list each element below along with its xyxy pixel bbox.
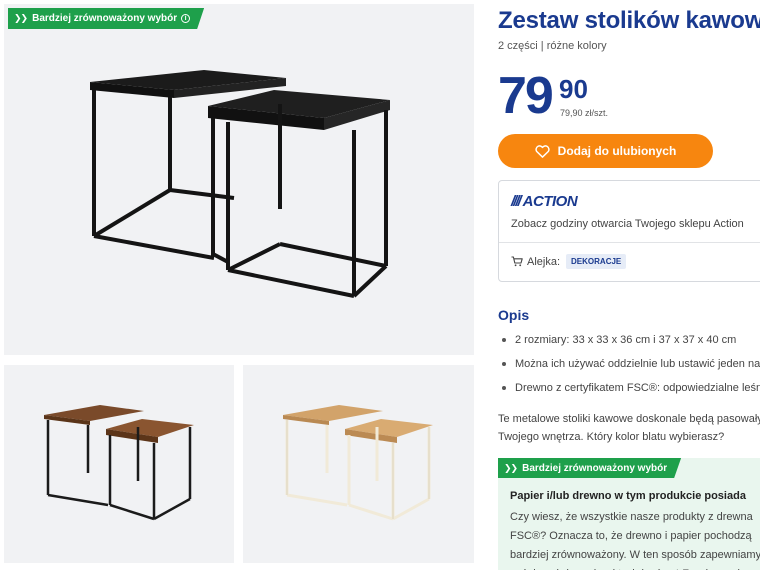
product-subtitle: 2 części | różne kolory bbox=[498, 40, 607, 52]
list-item: Można ich używać oddzielnie lub ustawić … bbox=[498, 354, 760, 378]
double-chevron-icon: ❯❯ bbox=[14, 13, 28, 23]
double-chevron-icon: ❯❯ bbox=[504, 462, 518, 473]
aisle-label: Alejka: bbox=[527, 255, 561, 268]
aisle-tag[interactable]: DEKORACJE bbox=[566, 254, 627, 269]
store-info-box: ////ACTION Zobacz godziny otwarcia Twoje… bbox=[498, 180, 760, 282]
product-title: Zestaw stolików kawowych bbox=[498, 7, 760, 34]
oak-cream-tables-illustration bbox=[283, 405, 433, 521]
sustainability-badge-label: Bardziej zrównoważony wybór bbox=[32, 13, 178, 24]
sustainability-panel-badge-label: Bardziej zrównoważony wybór bbox=[522, 462, 668, 474]
sustainability-panel-badge: ❯❯ Bardziej zrównoważony wybór bbox=[498, 458, 681, 478]
sustainability-panel: ❯❯ Bardziej zrównoważony wybór Papier i/… bbox=[498, 458, 760, 570]
description-heading: Opis bbox=[498, 307, 530, 323]
black-marble-tables-illustration bbox=[90, 70, 390, 298]
walnut-black-tables-illustration bbox=[44, 405, 194, 521]
price-integer: 79 bbox=[498, 67, 554, 125]
thumbnail-oak-cream[interactable] bbox=[243, 365, 474, 563]
price-per-unit: 79,90 zł/szt. bbox=[560, 108, 609, 118]
main-product-image[interactable]: ❯❯ Bardziej zrównoważony wybór i bbox=[4, 4, 474, 355]
price-decimal: 90 bbox=[559, 74, 588, 104]
description-paragraph: Te metalowe stoliki kawowe doskonale będ… bbox=[498, 413, 760, 443]
sustainability-title: Papier i/lub drewno w tym produkcie posi… bbox=[510, 490, 746, 502]
add-to-favorites-label: Dodaj do ulubionych bbox=[557, 144, 677, 158]
heart-icon bbox=[535, 144, 550, 158]
add-to-favorites-button[interactable]: Dodaj do ulubionych bbox=[498, 134, 713, 168]
thumbnail-walnut-black[interactable] bbox=[4, 365, 234, 563]
list-item: 2 rozmiary: 33 x 33 x 36 cm i 37 x 37 x … bbox=[498, 330, 760, 354]
sustainability-badge[interactable]: ❯❯ Bardziej zrównoważony wybór i bbox=[8, 8, 204, 29]
aisle-row: Alejka: DEKORACJE bbox=[511, 254, 627, 269]
list-item: Drewno z certyfikatem FSC®: odpowiedzial… bbox=[498, 378, 760, 402]
product-info-panel: Zestaw stolików kawowych 2 części | różn… bbox=[498, 0, 760, 570]
info-icon[interactable]: i bbox=[181, 14, 190, 23]
cart-icon bbox=[511, 256, 523, 267]
store-hours-link[interactable]: Zobacz godziny otwarcia Twojego sklepu A… bbox=[511, 218, 744, 230]
action-logo: ////ACTION bbox=[511, 193, 578, 210]
description-bullets: 2 rozmiary: 33 x 33 x 36 cm i 37 x 37 x … bbox=[498, 330, 760, 402]
sustainability-text: Czy wiesz, że wszystkie nasze produkty z… bbox=[510, 511, 760, 570]
divider bbox=[499, 242, 760, 243]
